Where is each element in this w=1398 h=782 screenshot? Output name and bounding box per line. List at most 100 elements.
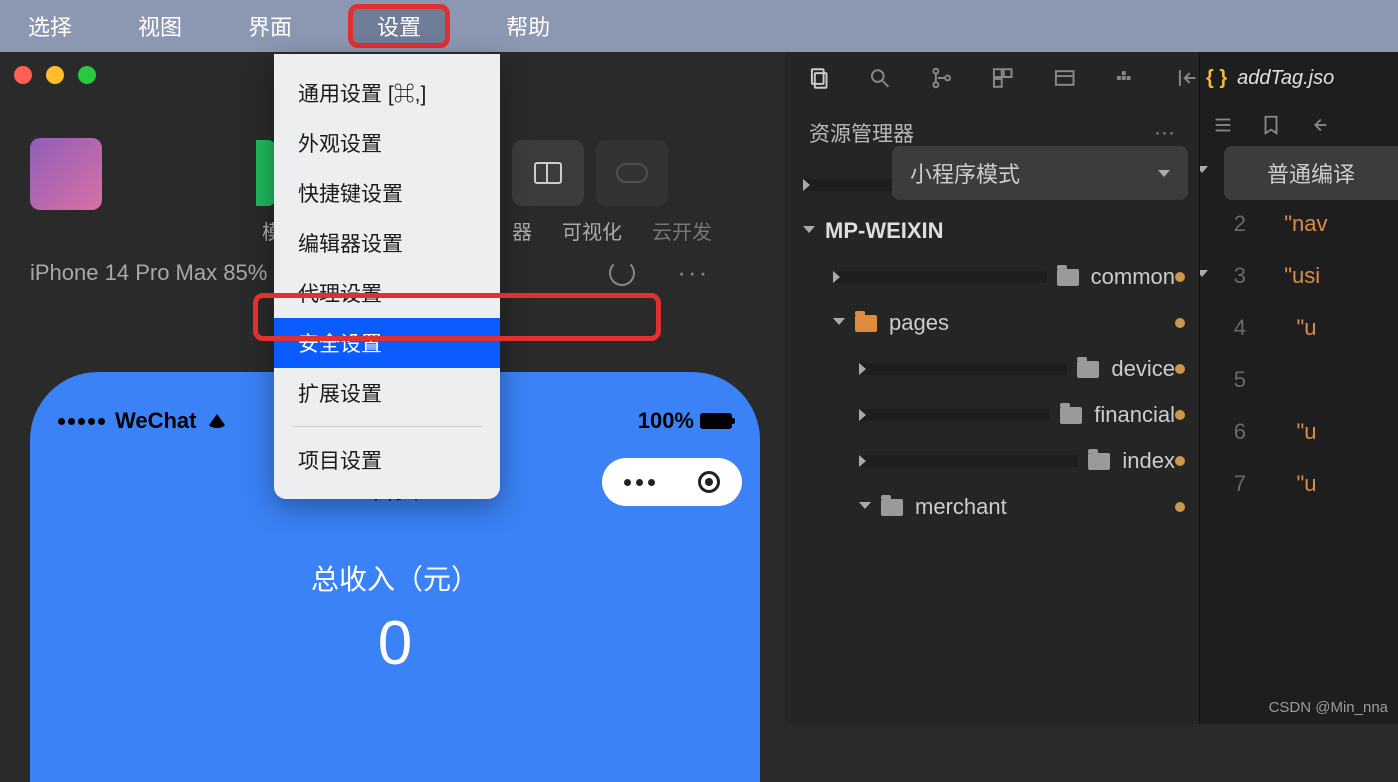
list-icon[interactable] [1212, 114, 1234, 136]
tree-label: merchant [915, 494, 1007, 520]
chevron-icon [859, 502, 871, 512]
layout-icon [534, 162, 562, 184]
workspace: 模 器 可视化 云开发 iPhone 14 Pro Max 85% ··· 通用… [0, 52, 1398, 724]
dropdown-divider [292, 426, 482, 427]
battery-label: 100% [638, 408, 694, 434]
tree-label: index [1122, 448, 1175, 474]
search-icon[interactable] [868, 66, 891, 90]
dropdown-proxy-settings[interactable]: 代理设置 [274, 268, 500, 318]
dropdown-extension-settings[interactable]: 扩展设置 [274, 368, 500, 418]
refresh-icon[interactable] [609, 260, 635, 286]
code-area[interactable]: { "nav "usi "u "u "u [1260, 146, 1398, 510]
compile-select[interactable]: 普通编译 [1224, 146, 1398, 200]
hidden-right-label: 器 [512, 216, 532, 245]
mode-select[interactable]: 小程序模式 [892, 146, 1188, 200]
chevron-icon [859, 363, 1067, 375]
modified-dot-icon [1175, 410, 1185, 420]
dropdown-project-settings[interactable]: 项目设置 [274, 435, 500, 485]
avatar[interactable] [30, 138, 102, 210]
editor-tab[interactable]: { } addTag.jso [1206, 67, 1334, 90]
chevron-icon [833, 271, 1047, 283]
modified-dot-icon [1175, 272, 1185, 282]
tree-item-pages[interactable]: pages [785, 300, 1199, 346]
modified-dot-icon [1175, 364, 1185, 374]
file-tree: 打开的编辑器 MP-WEIXIN commonpagesdevicefinanc… [785, 162, 1199, 724]
window-icon[interactable] [1053, 66, 1076, 90]
battery-icon [700, 413, 732, 429]
tree-label: device [1111, 356, 1175, 382]
folder-icon [855, 315, 877, 332]
income-block: 总收入（元） 0 [30, 558, 760, 679]
menu-select[interactable]: 选择 [18, 7, 82, 45]
folder-icon [881, 499, 903, 516]
wifi-icon [207, 414, 227, 428]
collapse-icon[interactable] [1176, 66, 1199, 90]
chevron-icon [859, 455, 1078, 467]
tree-item-financial[interactable]: financial [785, 392, 1199, 438]
editor-breadcrumb [1200, 104, 1398, 146]
chevron-icon [859, 409, 1050, 421]
editor-body[interactable]: 1234567 { "nav "usi "u "u "u [1200, 146, 1398, 510]
json-icon: { } [1206, 67, 1227, 90]
extensions-icon[interactable] [991, 66, 1014, 90]
menu-bar: 选择 视图 界面 设置 帮助 [0, 0, 1398, 52]
capsule-close-icon [698, 471, 720, 493]
mode-select-label: 小程序模式 [910, 157, 1020, 189]
more-icon[interactable]: ··· [677, 257, 709, 288]
tree-project-root[interactable]: MP-WEIXIN [785, 208, 1199, 254]
dropdown-shortcut-settings[interactable]: 快捷键设置 [274, 168, 500, 218]
docker-icon[interactable] [1114, 66, 1137, 90]
dropdown-editor-settings[interactable]: 编辑器设置 [274, 218, 500, 268]
files-icon[interactable] [807, 66, 830, 90]
more-icon[interactable]: ··· [1154, 121, 1175, 145]
modified-dot-icon [1175, 318, 1185, 328]
tree-label: common [1091, 264, 1175, 290]
simulator-toggle-button[interactable] [256, 140, 276, 206]
back-icon[interactable] [1308, 114, 1330, 136]
window-traffic-lights [14, 66, 96, 84]
cloud-button[interactable] [596, 140, 668, 206]
income-label: 总收入（元） [30, 558, 760, 598]
maximize-icon[interactable] [78, 66, 96, 84]
dropdown-security-settings[interactable]: 安全设置 [274, 318, 500, 368]
menu-settings[interactable]: 设置 [348, 4, 450, 48]
dropdown-general-settings[interactable]: 通用设置 [⌘,] [274, 68, 500, 118]
tab-label: addTag.jso [1237, 67, 1334, 90]
visual-label: 可视化 [562, 216, 622, 245]
tree-item-merchant[interactable]: merchant [785, 484, 1199, 530]
menu-interface[interactable]: 界面 [238, 7, 302, 45]
device-label[interactable]: iPhone 14 Pro Max 85% [30, 260, 267, 286]
folder-icon [1060, 407, 1082, 424]
compile-label: 普通编译 [1267, 157, 1355, 189]
menu-help[interactable]: 帮助 [496, 7, 560, 45]
carrier-label: WeChat [115, 408, 197, 434]
minimize-icon[interactable] [46, 66, 64, 84]
bookmark-icon[interactable] [1260, 114, 1282, 136]
chevron-icon [833, 318, 845, 328]
editor-tabbar: { } addTag.jso [1200, 52, 1398, 104]
watermark: CSDN @Min_nna [1269, 699, 1388, 716]
chevron-down-icon [1158, 170, 1170, 177]
activity-bar [785, 52, 1199, 104]
modified-dot-icon [1175, 502, 1185, 512]
income-value: 0 [30, 608, 760, 679]
explorer-title-text: 资源管理器 [809, 118, 914, 148]
cloud-label: 云开发 [652, 216, 712, 245]
source-control-icon[interactable] [930, 66, 953, 90]
dropdown-appearance-settings[interactable]: 外观设置 [274, 118, 500, 168]
folder-icon [1057, 269, 1079, 286]
tree-label: financial [1094, 402, 1175, 428]
settings-dropdown: 通用设置 [⌘,] 外观设置 快捷键设置 编辑器设置 代理设置 安全设置 扩展设… [274, 54, 500, 499]
folder-icon [1077, 361, 1099, 378]
close-icon[interactable] [14, 66, 32, 84]
folder-icon [1088, 453, 1110, 470]
tree-item-common[interactable]: common [785, 254, 1199, 300]
capsule-button[interactable] [602, 458, 742, 506]
layout-button[interactable] [512, 140, 584, 206]
tree-item-index[interactable]: index [785, 438, 1199, 484]
tree-item-device[interactable]: device [785, 346, 1199, 392]
simulator-panel: 模 器 可视化 云开发 iPhone 14 Pro Max 85% ··· 通用… [0, 52, 785, 724]
modified-dot-icon [1175, 456, 1185, 466]
capsule-menu-icon [624, 479, 655, 486]
menu-view[interactable]: 视图 [128, 7, 192, 45]
